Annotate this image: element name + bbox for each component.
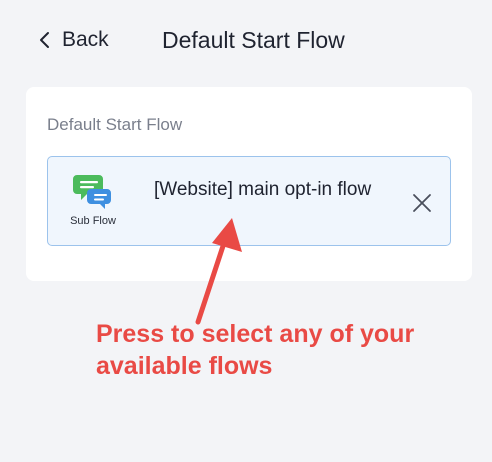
flow-name: [Website] main opt-in flow — [154, 179, 372, 200]
close-icon — [413, 194, 431, 212]
default-flow-card: Default Start Flow Sub Flow [Website] ma… — [26, 87, 472, 281]
chevron-left-icon — [38, 30, 52, 50]
clear-flow-button[interactable] — [410, 191, 434, 215]
flow-type-badge: Sub Flow — [58, 171, 128, 235]
header: Back Default Start Flow — [0, 0, 492, 80]
card-title: Default Start Flow — [47, 115, 183, 134]
annotation-text: Press to select any of your available fl… — [96, 320, 415, 380]
back-label: Back — [62, 28, 109, 51]
flow-type-label: Sub Flow — [70, 215, 116, 227]
flow-selector[interactable]: Sub Flow [Website] main opt-in flow — [47, 156, 451, 246]
chat-bubbles-icon — [73, 175, 111, 209]
page-title: Default Start Flow — [162, 27, 345, 53]
back-button[interactable]: Back — [38, 26, 109, 54]
